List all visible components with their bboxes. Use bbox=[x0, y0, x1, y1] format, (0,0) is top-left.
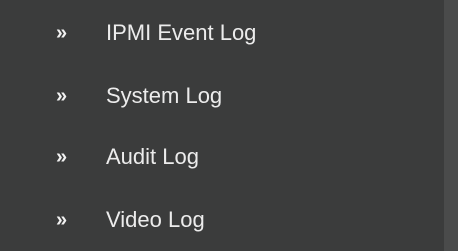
sidebar-menu: » IPMI Event Log » System Log » Audit Lo… bbox=[0, 0, 458, 251]
menu-item-label: IPMI Event Log bbox=[106, 20, 257, 45]
panel-edge bbox=[444, 0, 458, 251]
double-chevron-right-icon: » bbox=[56, 85, 67, 107]
menu-item-label: Video Log bbox=[106, 207, 205, 232]
menu-item-ipmi-event-log[interactable]: » IPMI Event Log bbox=[0, 10, 444, 56]
double-chevron-right-icon: » bbox=[56, 209, 67, 231]
double-chevron-right-icon: » bbox=[56, 146, 67, 168]
menu-item-label: Audit Log bbox=[106, 144, 199, 169]
double-chevron-right-icon: » bbox=[56, 22, 67, 44]
menu-item-label: System Log bbox=[106, 83, 223, 108]
menu-item-video-log[interactable]: » Video Log bbox=[0, 197, 444, 243]
menu-item-audit-log[interactable]: » Audit Log bbox=[0, 134, 444, 180]
menu-item-system-log[interactable]: » System Log bbox=[0, 73, 444, 119]
